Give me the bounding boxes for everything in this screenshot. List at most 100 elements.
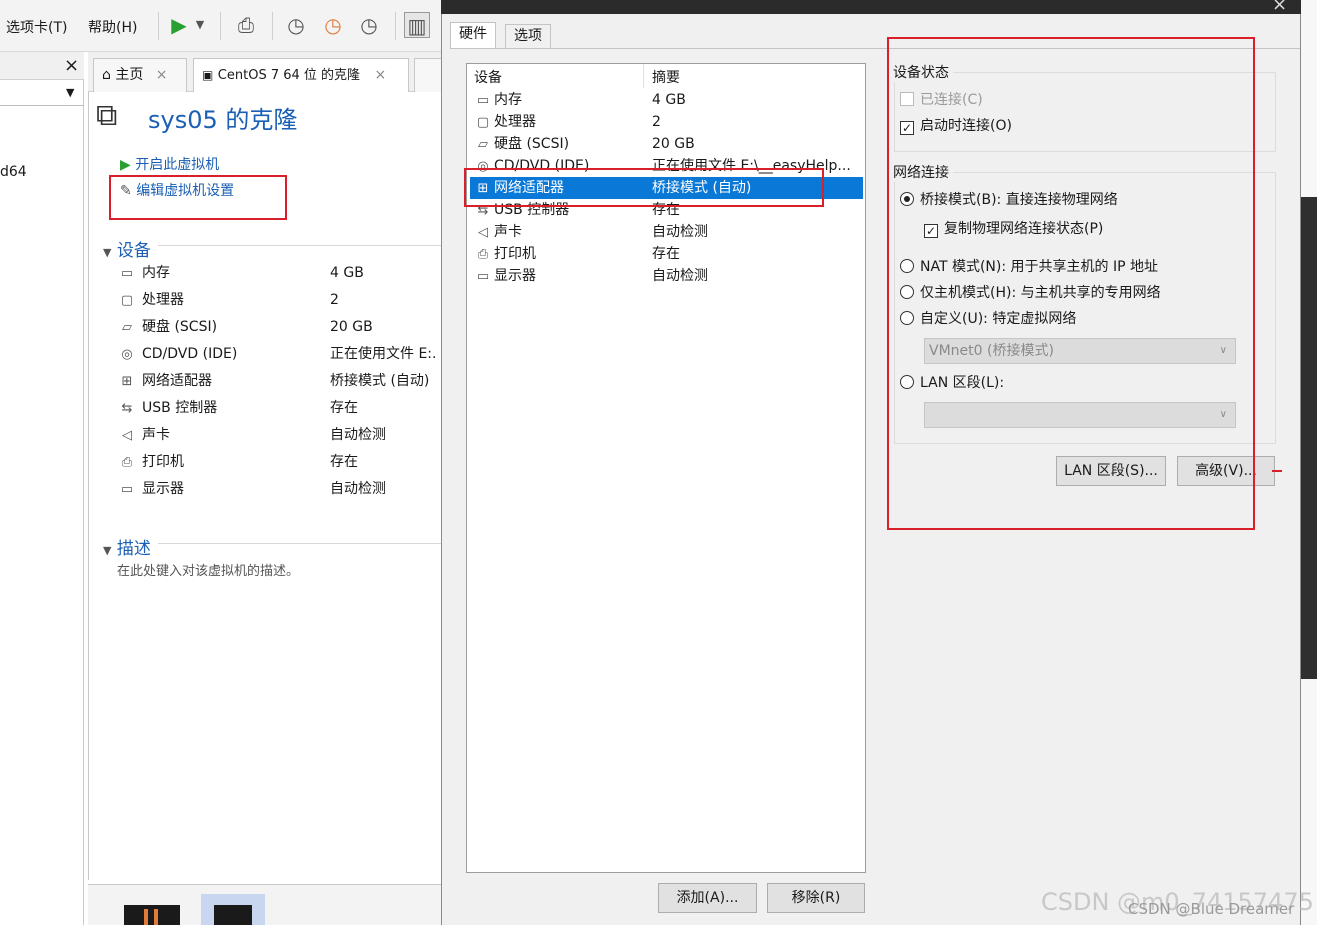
network-icon: ⊞ <box>121 374 133 389</box>
tab-vm-clone[interactable]: ▣ CentOS 7 64 位 的克隆 × <box>193 58 409 92</box>
harddisk-icon: ▱ <box>122 320 132 335</box>
device-name: CD/DVD (IDE) <box>142 346 238 362</box>
suspend-icon[interactable]: ⎙ <box>233 12 259 38</box>
tab-hardware[interactable]: 硬件 <box>450 22 496 49</box>
hardware-row-sound[interactable]: ◁ 声卡 自动检测 <box>470 221 863 243</box>
hardware-row-cpu[interactable]: ▢ 处理器 2 <box>470 111 863 133</box>
device-name: 显示器 <box>142 481 184 497</box>
device-value: 4 GB <box>330 265 364 281</box>
tab-close-icon[interactable]: × <box>375 67 387 83</box>
printer-icon: ⎙ <box>121 455 133 470</box>
printer-icon: ⎙ <box>477 247 489 262</box>
collapse-icon: ▼ <box>103 544 112 557</box>
menu-help[interactable]: 帮助(H) <box>88 17 137 37</box>
close-icon[interactable]: × <box>1272 0 1287 15</box>
hardware-summary: 存在 <box>652 246 680 262</box>
power-on-label: 开启此虚拟机 <box>135 157 220 173</box>
sound-icon: ◁ <box>478 225 488 240</box>
hardware-summary: 2 <box>652 114 661 130</box>
cdrom-icon: ◎ <box>121 347 133 362</box>
device-value: 2 <box>330 292 339 308</box>
devices-header-label: 设备 <box>116 241 151 261</box>
tab-overflow[interactable] <box>414 58 442 92</box>
memory-icon: ▭ <box>476 93 490 108</box>
device-row-cpu[interactable]: ▢ 处理器 <box>118 289 184 311</box>
chevron-down-icon[interactable]: ▼ <box>66 86 74 99</box>
sound-icon: ◁ <box>122 428 132 443</box>
pause-icon-bar <box>154 909 158 925</box>
device-name: USB 控制器 <box>142 400 218 416</box>
thumbnail-screen <box>214 905 252 925</box>
hardware-summary: 自动检测 <box>652 268 708 284</box>
hardware-summary: 20 GB <box>652 136 695 152</box>
tab-home[interactable]: ⌂ 主页 × <box>93 58 187 92</box>
device-name: 内存 <box>142 265 170 281</box>
device-row-harddisk[interactable]: ▱ 硬盘 (SCSI) <box>118 316 217 338</box>
hardware-summary: 自动检测 <box>652 224 708 240</box>
play-icon[interactable]: ▶ <box>166 12 192 38</box>
description-section-header[interactable]: ▼ 描述 <box>103 534 151 559</box>
menu-tabs[interactable]: 选项卡(T) <box>6 17 67 37</box>
cpu-icon: ▢ <box>476 115 490 130</box>
snapshot-icon[interactable]: ◷ <box>283 12 309 38</box>
hardware-row-display[interactable]: ▭ 显示器 自动检测 <box>470 265 863 287</box>
display-icon: ▭ <box>476 269 490 284</box>
divider <box>158 245 442 246</box>
memory-icon: ▭ <box>120 266 134 281</box>
device-row-display[interactable]: ▭ 显示器 <box>118 478 184 500</box>
library-close-icon[interactable]: × <box>64 55 79 76</box>
tab-close-icon[interactable]: × <box>156 67 168 83</box>
usb-icon: ⇆ <box>121 401 133 416</box>
device-row-usb[interactable]: ⇆ USB 控制器 <box>118 397 218 419</box>
device-value: 20 GB <box>330 319 373 335</box>
vm-thumbnail-selected[interactable] <box>201 894 265 925</box>
vm-thumbnail[interactable] <box>124 905 180 925</box>
tab-vm-label: CentOS 7 64 位 的克隆 <box>217 68 361 83</box>
pause-icon <box>144 909 148 925</box>
device-row-sound[interactable]: ◁ 声卡 <box>118 424 170 446</box>
device-name: 声卡 <box>142 427 170 443</box>
play-icon: ▶ <box>120 157 131 173</box>
toolbar-separator <box>395 12 396 40</box>
remove-button[interactable]: 移除(R) <box>767 883 865 913</box>
hardware-row-memory[interactable]: ▭ 内存 4 GB <box>470 89 863 111</box>
hardware-row-harddisk[interactable]: ▱ 硬盘 (SCSI) 20 GB <box>470 133 863 155</box>
devices-section-header[interactable]: ▼ 设备 <box>103 236 151 261</box>
page-title: sys05 的克隆 <box>148 106 298 134</box>
device-value: 存在 <box>330 400 358 416</box>
home-icon: ⌂ <box>102 67 111 83</box>
tab-options[interactable]: 选项 <box>505 24 551 49</box>
device-row-printer[interactable]: ⎙ 打印机 <box>118 451 184 473</box>
vm-icon: ▣ <box>202 68 214 82</box>
device-row-cdrom[interactable]: ◎ CD/DVD (IDE) <box>118 343 237 365</box>
device-value: 自动检测 <box>330 427 386 443</box>
description-field[interactable]: 在此处键入对该虚拟机的描述。 <box>117 560 299 579</box>
column-header-device[interactable]: 设备 <box>474 67 502 87</box>
device-name: 硬盘 (SCSI) <box>142 319 218 335</box>
snapshot-manager-icon[interactable]: ◷ <box>356 12 382 38</box>
device-row-memory[interactable]: ▭ 内存 <box>118 262 170 284</box>
add-button[interactable]: 添加(A)... <box>658 883 757 913</box>
display-icon: ▭ <box>120 482 134 497</box>
column-header-summary[interactable]: 摘要 <box>652 67 680 87</box>
revert-snapshot-icon[interactable]: ◷ <box>320 12 346 38</box>
toolbar-separator <box>158 12 159 40</box>
hardware-name: 显示器 <box>494 268 536 284</box>
library-panel <box>0 52 84 925</box>
highlight-box <box>887 37 1255 530</box>
hardware-name: 内存 <box>494 92 522 108</box>
divider <box>158 543 442 544</box>
watermark-secondary: CSDN @Blue Dreamer <box>1128 900 1295 918</box>
hardware-name: 硬盘 (SCSI) <box>494 136 570 152</box>
library-item[interactable]: d64 <box>0 164 27 180</box>
sidebar-toggle-icon[interactable]: ▥ <box>404 12 430 38</box>
harddisk-icon: ▱ <box>478 137 488 152</box>
highlight-box <box>109 175 287 220</box>
power-on-link[interactable]: ▶ 开启此虚拟机 <box>120 154 219 174</box>
collapse-icon: ▼ <box>103 246 112 259</box>
device-row-network[interactable]: ⊞ 网络适配器 <box>118 370 212 392</box>
dropdown-arrow-icon[interactable]: ▼ <box>192 12 208 38</box>
dialog-titlebar <box>441 0 1301 14</box>
hardware-row-printer[interactable]: ⎙ 打印机 存在 <box>470 243 863 265</box>
device-name: 处理器 <box>142 292 184 308</box>
